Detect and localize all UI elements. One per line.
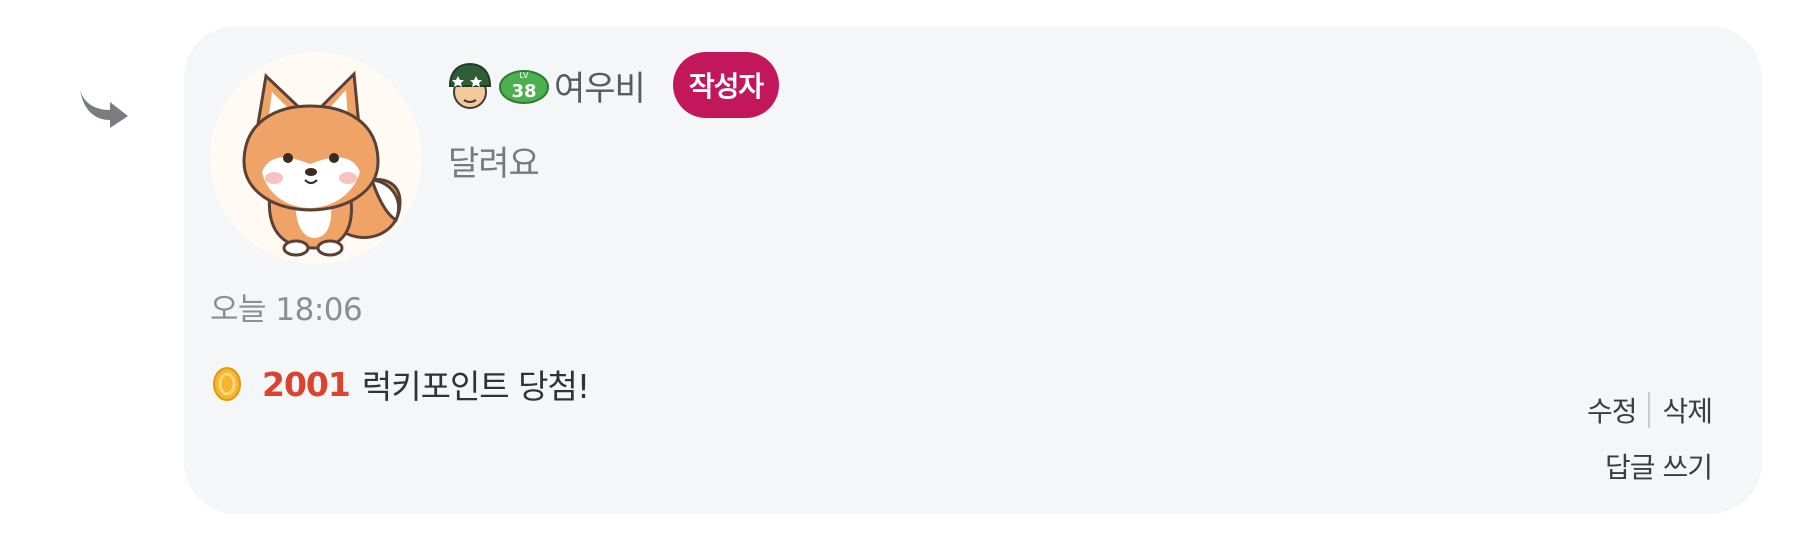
comment-text: 달려요 xyxy=(448,144,540,184)
reply-button[interactable]: 답글 쓰기 xyxy=(1605,446,1713,486)
writer-badge: 작성자 xyxy=(672,52,780,118)
comment-thread: LV 38 여우비 작성자 달려요 오늘 18:06 2001 럭키포인트 당첨… xyxy=(0,0,1811,534)
action-divider xyxy=(1648,392,1651,428)
fox-avatar[interactable] xyxy=(210,52,422,264)
edit-button[interactable]: 수정 xyxy=(1587,390,1638,430)
author-nickname[interactable]: 여우비 xyxy=(554,61,646,110)
level-badge-icon: LV 38 xyxy=(499,70,549,104)
coin-icon xyxy=(213,367,241,401)
soldier-helmet-icon xyxy=(448,62,492,109)
comment-actions: 수정 삭제 xyxy=(1587,390,1713,430)
lucky-point-text: 럭키포인트 당첨! xyxy=(361,367,590,406)
comment-author: LV 38 여우비 작성자 xyxy=(446,50,780,120)
comment-card: LV 38 여우비 작성자 달려요 오늘 18:06 2001 럭키포인트 당첨… xyxy=(184,26,1762,514)
level-label: LV xyxy=(519,71,529,80)
comment-date: 오늘 18:06 xyxy=(210,292,363,328)
lucky-point-row: 2001 럭키포인트 당첨! xyxy=(210,360,590,408)
reply-arrow-icon xyxy=(80,90,128,128)
level-number: 38 xyxy=(511,81,536,102)
lucky-point-number: 2001 xyxy=(262,364,351,404)
delete-button[interactable]: 삭제 xyxy=(1662,390,1713,430)
fox-avatar-image xyxy=(210,52,422,264)
